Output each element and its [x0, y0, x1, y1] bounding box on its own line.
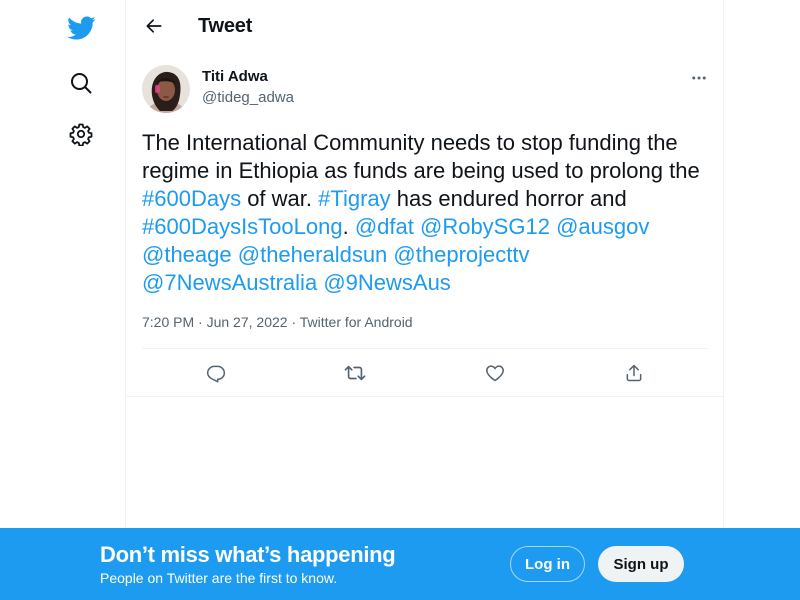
- share-icon: [626, 364, 642, 382]
- tweet-text-segment: .: [342, 214, 355, 239]
- retweet-button[interactable]: [340, 358, 370, 388]
- mention-link[interactable]: @theprojecttv: [393, 242, 529, 267]
- mention-link[interactable]: @theheraldsun: [238, 242, 388, 267]
- banner-subtitle: People on Twitter are the first to know.: [100, 570, 338, 586]
- mention-link[interactable]: @dfat: [355, 214, 414, 239]
- banner-title: Don’t miss what’s happening: [100, 542, 396, 567]
- author-handle[interactable]: @tideg_adwa: [202, 89, 294, 106]
- heart-icon: [486, 365, 504, 382]
- more-button[interactable]: [684, 64, 714, 92]
- page-title: Tweet: [198, 15, 253, 37]
- hashtag-link[interactable]: #600DaysIsTooLong: [142, 214, 343, 239]
- avatar[interactable]: [142, 65, 190, 113]
- mention-link[interactable]: @theage: [142, 242, 232, 267]
- search-icon[interactable]: [61, 63, 101, 103]
- column-divider-right: [723, 0, 724, 600]
- left-nav: [0, 0, 126, 600]
- reply-icon: [206, 365, 226, 383]
- share-button[interactable]: [619, 358, 649, 388]
- tweet-source[interactable]: Twitter for Android: [300, 314, 413, 330]
- mention-link[interactable]: @9NewsAus: [323, 270, 451, 295]
- tweet-text-segment: The International Community needs to sto…: [142, 130, 700, 183]
- gear-icon[interactable]: [61, 114, 101, 154]
- tweet-text-segment: of war.: [241, 186, 319, 211]
- signup-button[interactable]: Sign up: [598, 546, 684, 582]
- tweet-date[interactable]: Jun 27, 2022: [207, 314, 288, 330]
- author-name[interactable]: Titi Adwa: [202, 68, 268, 85]
- meta-separator: ·: [194, 314, 207, 330]
- arrow-left-icon: [146, 19, 162, 33]
- divider: [126, 396, 723, 397]
- mention-link[interactable]: @7NewsAustralia: [142, 270, 317, 295]
- more-horizontal-icon: [692, 76, 706, 80]
- like-button[interactable]: [480, 358, 510, 388]
- tweet-meta: 7:20 PM · Jun 27, 2022 · Twitter for And…: [142, 314, 413, 330]
- mention-link[interactable]: @RobySG12: [420, 214, 550, 239]
- hashtag-link[interactable]: #600Days: [142, 186, 241, 211]
- login-button[interactable]: Log in: [510, 546, 585, 582]
- meta-separator-2: ·: [287, 314, 300, 330]
- page-header: Tweet: [126, 0, 723, 54]
- tweet-time[interactable]: 7:20 PM: [142, 314, 194, 330]
- signup-banner: Don’t miss what’s happening People on Tw…: [0, 528, 800, 600]
- tweet-text: The International Community needs to sto…: [142, 129, 702, 297]
- retweet-icon: [344, 365, 366, 381]
- hashtag-link[interactable]: #Tigray: [318, 186, 391, 211]
- tweet-text-segment: has endured horror and: [390, 186, 627, 211]
- column-divider-left: [125, 0, 126, 600]
- tweet-actions: [142, 349, 707, 397]
- mention-link[interactable]: @ausgov: [556, 214, 649, 239]
- back-button[interactable]: [136, 8, 172, 44]
- reply-button[interactable]: [201, 358, 231, 388]
- twitter-bird-icon[interactable]: [61, 8, 101, 48]
